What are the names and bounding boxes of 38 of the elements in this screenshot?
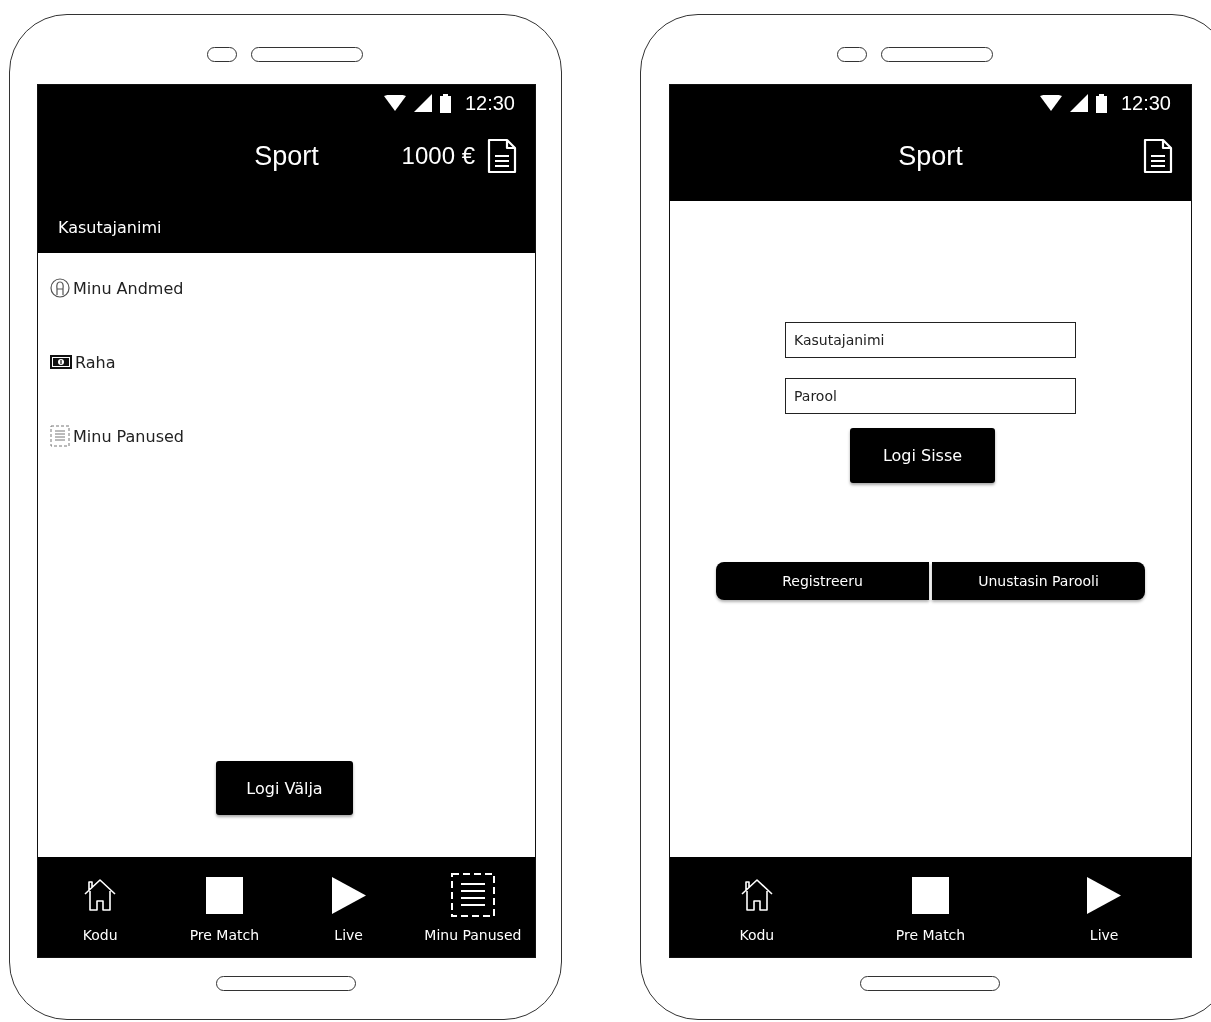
nav-label[interactable]: Pre Match: [189, 927, 260, 943]
document-icon[interactable]: [487, 138, 517, 174]
status-time: 12:30: [464, 91, 515, 115]
menu-item[interactable]: Raha: [75, 352, 116, 372]
username: Kasutajanimi: [58, 217, 162, 237]
square-icon: [205, 876, 243, 914]
wifi-icon: [383, 95, 406, 111]
banknote-icon: [50, 355, 72, 369]
nav-label[interactable]: Kodu: [82, 927, 118, 943]
document-icon[interactable]: [1143, 138, 1173, 174]
menu-item[interactable]: Minu Andmed: [73, 278, 184, 298]
forgot-password-button[interactable]: Unustasin Parooli: [932, 562, 1145, 600]
person-icon: [50, 278, 70, 298]
logout-button[interactable]: Logi Välja: [216, 761, 353, 815]
signal-icon: [413, 94, 432, 112]
battery-icon: [1095, 93, 1107, 113]
list-icon: [450, 873, 495, 917]
nav-label[interactable]: Pre Match: [895, 927, 966, 943]
username-field[interactable]: Kasutajanimi: [785, 322, 1076, 358]
play-icon: [1087, 876, 1122, 914]
password-field[interactable]: Parool: [785, 378, 1076, 414]
nav-label[interactable]: Kodu: [739, 927, 775, 943]
menu-item[interactable]: Minu Panused: [73, 426, 184, 446]
list-icon: [50, 425, 70, 447]
battery-icon: [439, 93, 451, 113]
wifi-icon: [1039, 95, 1062, 111]
play-icon: [331, 876, 366, 914]
app-title: Sport: [254, 140, 319, 172]
square-icon: [912, 876, 949, 914]
balance: 1000 €: [401, 142, 475, 170]
status-time: 12:30: [1120, 91, 1171, 115]
register-button[interactable]: Registreeru: [716, 562, 929, 600]
login-button[interactable]: Logi Sisse: [850, 428, 995, 483]
nav-label[interactable]: Live: [1089, 927, 1119, 943]
signal-icon: [1069, 94, 1088, 112]
nav-label[interactable]: Minu Panused: [424, 927, 522, 943]
nav-label[interactable]: Live: [334, 927, 363, 943]
app-title: Sport: [898, 140, 963, 172]
